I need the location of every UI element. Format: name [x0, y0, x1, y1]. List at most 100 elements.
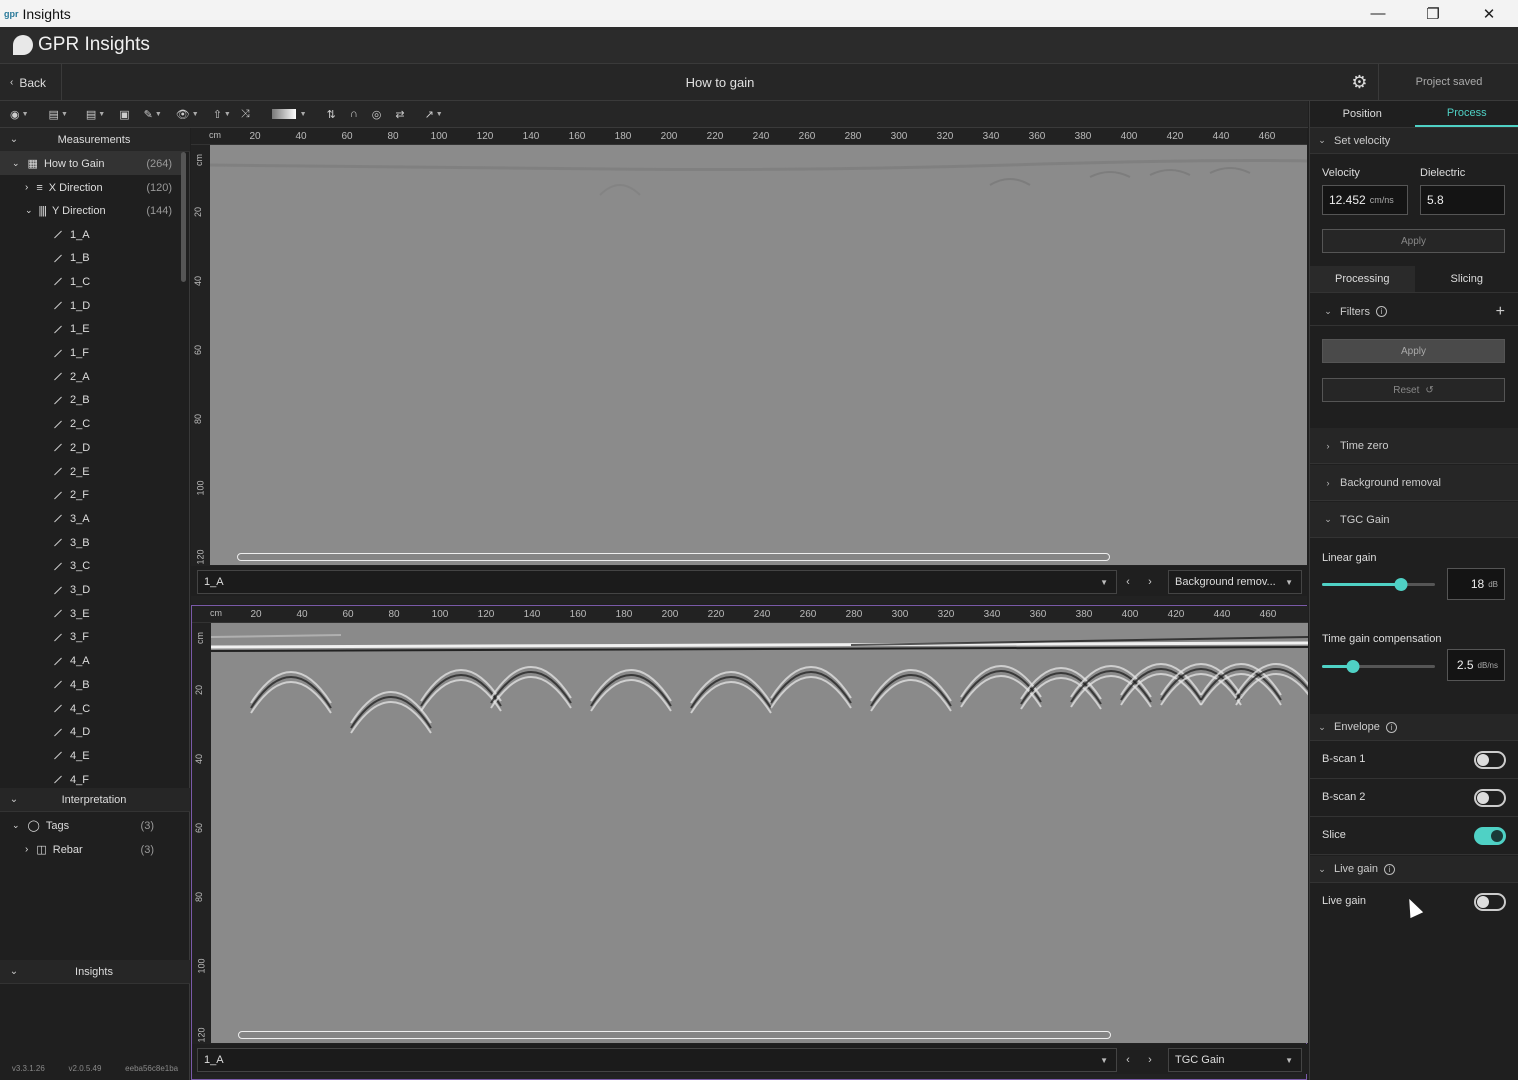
bscan-image-bottom[interactable] — [211, 623, 1308, 1043]
time-zero-header[interactable]: › Time zero — [1310, 428, 1518, 464]
tree-item-label: 3_F — [70, 631, 89, 644]
info-icon[interactable]: i — [1384, 863, 1396, 875]
insights-section-header[interactable]: ⌄ Insights — [0, 960, 190, 984]
tree-item-root[interactable]: ⌄ ▦ How to Gain (264) — [0, 152, 182, 175]
linear-gain-knob[interactable] — [1394, 578, 1408, 591]
add-filter-plus-icon[interactable]: + — [1496, 303, 1505, 321]
next-line-button[interactable]: › — [1140, 570, 1160, 594]
prev-line-button[interactable]: ‹ — [1118, 1048, 1138, 1072]
measure-tool-icon[interactable]: ⇄ — [395, 101, 404, 128]
tree-item-scan-line[interactable]: 4_E — [0, 744, 182, 767]
back-button[interactable]: ‹ Back — [0, 64, 62, 101]
ruler-tick: 240 — [753, 609, 771, 620]
tree-item-tags[interactable]: ⌄ ◯ Tags (3) — [0, 814, 182, 837]
tree-item-y-direction[interactable]: ⌄ |||| Y Direction (144) — [0, 199, 182, 222]
export-icon[interactable]: ⇧ ▼ — [213, 101, 231, 128]
interpretation-section-header[interactable]: ⌄ Interpretation — [0, 788, 190, 812]
bscan1-toggle[interactable] — [1474, 751, 1506, 769]
tree-item-scan-line[interactable]: 1_A — [0, 223, 182, 246]
process-select-bottom[interactable]: TGC Gain ▼ — [1168, 1048, 1302, 1072]
slice-toggle[interactable] — [1474, 827, 1506, 845]
tree-item-scan-line[interactable]: 2_A — [0, 365, 182, 388]
brand-name: GPR Insights — [38, 34, 150, 55]
tree-item-scan-line[interactable]: 3_E — [0, 602, 182, 625]
live-gain-toggle[interactable] — [1474, 893, 1506, 911]
dielectric-input[interactable]: 5.8 — [1420, 185, 1505, 215]
bscan-texture-bottom — [211, 623, 1308, 1043]
tree-item-scan-line[interactable]: 2_B — [0, 389, 182, 412]
linear-gain-slider[interactable] — [1322, 578, 1435, 591]
line-select-top[interactable]: 1_A ▼ — [197, 570, 1117, 594]
ruler-tick: 280 — [844, 131, 862, 142]
tree-item-scan-line[interactable]: 4_B — [0, 673, 182, 696]
measurements-section-header[interactable]: ⌄ Measurements — [0, 128, 190, 152]
tree-item-scan-line[interactable]: 4_C — [0, 697, 182, 720]
filters-header[interactable]: ⌄ Filters i + — [1310, 298, 1518, 326]
tree-item-scan-line[interactable]: 3_C — [0, 555, 182, 578]
tree-item-scan-line[interactable]: 3_D — [0, 579, 182, 602]
tree-item-scan-line[interactable]: 3_F — [0, 626, 182, 649]
live-gain-header[interactable]: ⌄ Live gain i — [1310, 856, 1518, 883]
velocity-input[interactable]: 12.452 cm/ns — [1322, 185, 1408, 215]
settings-gear-icon[interactable]: ⚙ — [1341, 64, 1379, 101]
velocity-tool-icon[interactable]: ⇅ — [327, 101, 336, 128]
tab-processing[interactable]: Processing — [1310, 266, 1415, 292]
restore-icon[interactable]: ❐ — [1405, 0, 1461, 27]
tree-item-scan-line[interactable]: 1_D — [0, 294, 182, 317]
share-icon[interactable]: ⤨ — [241, 101, 250, 128]
minimize-icon[interactable]: — — [1350, 0, 1406, 27]
tgc-knob[interactable] — [1346, 660, 1359, 673]
annotate-tool-icon[interactable]: ✎ ▼ — [144, 101, 162, 128]
tree-scrollbar[interactable] — [181, 152, 186, 282]
background-removal-header[interactable]: › Background removal — [1310, 465, 1518, 501]
horizontal-scrollbar-bottom[interactable] — [238, 1031, 1111, 1039]
tree-item-scan-line[interactable]: 2_D — [0, 436, 182, 459]
bscan2-toggle[interactable] — [1474, 789, 1506, 807]
tree-item-scan-line[interactable]: 2_C — [0, 413, 182, 436]
split-view-icon[interactable]: ▤ ▼ — [86, 101, 105, 128]
tree-item-label: 3_B — [70, 536, 90, 549]
close-icon[interactable]: ✕ — [1461, 0, 1517, 27]
tree-item-rebar[interactable]: › ◫ Rebar (3) — [0, 838, 182, 861]
envelope-header[interactable]: ⌄ Envelope i — [1310, 714, 1518, 741]
filters-apply-button[interactable]: Apply — [1322, 339, 1505, 363]
trend-tool-icon[interactable]: ↗ ▼ — [425, 101, 443, 128]
line-select-bottom[interactable]: 1_A ▼ — [197, 1048, 1117, 1072]
bscan-image-top[interactable] — [210, 145, 1307, 565]
tree-item-scan-line[interactable]: 1_C — [0, 270, 182, 293]
tree-item-scan-line[interactable]: 4_D — [0, 721, 182, 744]
tgc-input[interactable]: 2.5 dB/ns — [1447, 649, 1505, 681]
tab-slicing[interactable]: Slicing — [1415, 266, 1518, 292]
process-select-top[interactable]: Background remov... ▼ — [1168, 570, 1302, 594]
tgc-slider[interactable] — [1322, 660, 1435, 673]
visibility-eye-icon[interactable]: 👁 ▼ — [176, 101, 199, 128]
tree-item-x-direction[interactable]: › ≡ X Direction (120) — [0, 176, 182, 199]
linear-gain-input[interactable]: 18 dB — [1447, 568, 1505, 600]
layout-tool-icon[interactable]: ▤ ▼ — [49, 101, 68, 128]
horizontal-scrollbar-top[interactable] — [237, 553, 1110, 561]
color-scale-picker[interactable]: ▼ — [271, 101, 307, 128]
velocity-apply-button[interactable]: Apply — [1322, 229, 1505, 253]
tree-item-scan-line[interactable]: 1_E — [0, 318, 182, 341]
tree-item-scan-line[interactable]: 1_B — [0, 247, 182, 270]
prev-line-button[interactable]: ‹ — [1118, 570, 1138, 594]
grid-tool-icon[interactable]: ◉ ▼ — [10, 101, 29, 128]
info-icon[interactable]: i — [1385, 721, 1397, 733]
next-line-button[interactable]: › — [1140, 1048, 1160, 1072]
tree-item-scan-line[interactable]: 4_A — [0, 650, 182, 673]
slice-row: Slice — [1310, 817, 1518, 855]
target-tool-icon[interactable]: ◎ — [372, 101, 382, 128]
filters-reset-button[interactable]: Reset ↺ — [1322, 378, 1505, 402]
tgc-gain-header[interactable]: ⌄ TGC Gain — [1310, 502, 1518, 538]
tree-item-scan-line[interactable]: 3_A — [0, 507, 182, 530]
set-velocity-header[interactable]: ⌄ Set velocity — [1310, 128, 1518, 154]
tree-item-scan-line[interactable]: 3_B — [0, 531, 182, 554]
tree-item-scan-line[interactable]: 2_E — [0, 460, 182, 483]
tab-position[interactable]: Position — [1310, 101, 1415, 127]
tree-item-scan-line[interactable]: 1_F — [0, 342, 182, 365]
tree-item-scan-line[interactable]: 2_F — [0, 484, 182, 507]
info-icon[interactable]: i — [1375, 306, 1387, 317]
hyperbola-tool-icon[interactable]: ∩ — [350, 101, 358, 128]
fit-view-icon[interactable]: ▣ — [119, 101, 129, 128]
tab-process[interactable]: Process — [1414, 101, 1518, 127]
